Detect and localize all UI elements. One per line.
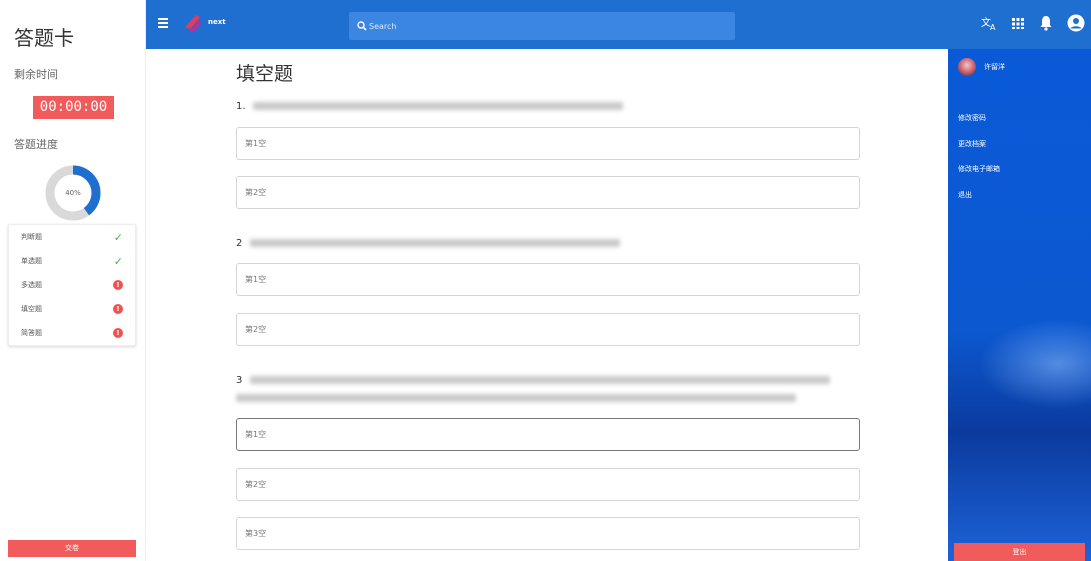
redacted-question-text <box>249 376 830 384</box>
hamburger-menu-icon[interactable] <box>158 18 168 28</box>
question-type-label: 单选题 <box>21 257 42 265</box>
brand-logo-icon[interactable] <box>182 12 204 34</box>
drawer-background-glow <box>978 319 1091 409</box>
question-3-blank-3[interactable] <box>236 517 860 550</box>
drawer-item-change-email[interactable]: 修改电子邮箱 <box>958 164 1000 174</box>
question-number: 1. <box>236 101 246 112</box>
user-name: 许留洋 <box>984 63 1005 71</box>
question-2-stem: 2 <box>236 238 620 249</box>
question-type-label: 填空题 <box>21 305 42 313</box>
redacted-question-text <box>249 239 620 247</box>
countdown-timer: 00:00:00 <box>33 96 114 119</box>
search-box <box>349 12 735 40</box>
question-2-blank-2[interactable] <box>236 313 860 346</box>
redacted-question-text <box>252 102 623 110</box>
account-icon[interactable] <box>1067 14 1085 32</box>
question-1-blank-1[interactable] <box>236 127 860 160</box>
question-number: 3 <box>236 375 243 386</box>
svg-text:A: A <box>990 23 996 31</box>
logout-button[interactable]: 登出 <box>954 543 1085 561</box>
appbar-actions: 文 A <box>981 14 1085 32</box>
bell-icon[interactable] <box>1039 15 1053 31</box>
question-type-item[interactable]: 多选题 ! <box>9 273 135 297</box>
drawer-item-change-password[interactable]: 修改密码 <box>958 113 986 123</box>
question-type-item[interactable]: 简答题 ! <box>9 321 135 345</box>
brand-name: next <box>208 18 226 26</box>
question-type-item[interactable]: 单选题 ✓ <box>9 249 135 273</box>
avatar[interactable] <box>958 58 976 76</box>
apps-grid-icon[interactable] <box>1011 16 1025 30</box>
progress-percent-text: 40% <box>65 189 81 197</box>
top-app-bar: next 文 A <box>146 0 1091 49</box>
question-type-list: 判断题 ✓ 单选题 ✓ 多选题 ! 填空题 ! 简答题 ! <box>8 224 136 346</box>
question-type-item[interactable]: 填空题 ! <box>9 297 135 321</box>
progress-label: 答题进度 <box>14 138 58 151</box>
question-1-blank-2[interactable] <box>236 176 860 209</box>
question-1-stem: 1. <box>236 101 623 112</box>
exam-app: 答题卡 剩余时间 00:00:00 答题进度 40% 判断题 ✓ 单选题 ✓ 多… <box>0 0 1091 561</box>
answer-card-panel: 答题卡 剩余时间 00:00:00 答题进度 40% 判断题 ✓ 单选题 ✓ 多… <box>0 0 146 561</box>
drawer-item-edit-profile[interactable]: 更改档案 <box>958 139 986 149</box>
alert-icon: ! <box>113 304 123 314</box>
alert-icon: ! <box>113 328 123 338</box>
check-icon: ✓ <box>113 254 123 268</box>
user-drawer: 许留洋 修改密码 更改档案 修改电子邮箱 退出 登出 <box>948 49 1091 561</box>
submit-exam-button[interactable]: 交卷 <box>8 540 136 557</box>
answer-card-title: 答题卡 <box>14 26 74 50</box>
drawer-item-exit[interactable]: 退出 <box>958 190 972 200</box>
question-type-item[interactable]: 判断题 ✓ <box>9 225 135 249</box>
question-type-label: 多选题 <box>21 281 42 289</box>
search-icon <box>357 21 367 31</box>
section-title: 填空题 <box>236 63 294 85</box>
question-3-blank-2[interactable] <box>236 468 860 501</box>
check-icon: ✓ <box>113 230 123 244</box>
search-input[interactable] <box>369 16 719 36</box>
question-content: 填空题 1. 2 3 <box>146 49 948 561</box>
question-3-stem-line-2 <box>236 393 796 404</box>
question-3-blank-1[interactable] <box>236 418 860 451</box>
time-remaining-label: 剩余时间 <box>14 68 58 81</box>
question-3-stem: 3 <box>236 375 830 386</box>
question-number: 2 <box>236 238 243 249</box>
redacted-question-text <box>236 394 796 402</box>
question-2-blank-1[interactable] <box>236 263 860 296</box>
alert-icon: ! <box>113 280 123 290</box>
translate-icon[interactable]: 文 A <box>981 15 997 31</box>
question-type-label: 简答题 <box>21 329 42 337</box>
question-type-label: 判断题 <box>21 233 42 241</box>
